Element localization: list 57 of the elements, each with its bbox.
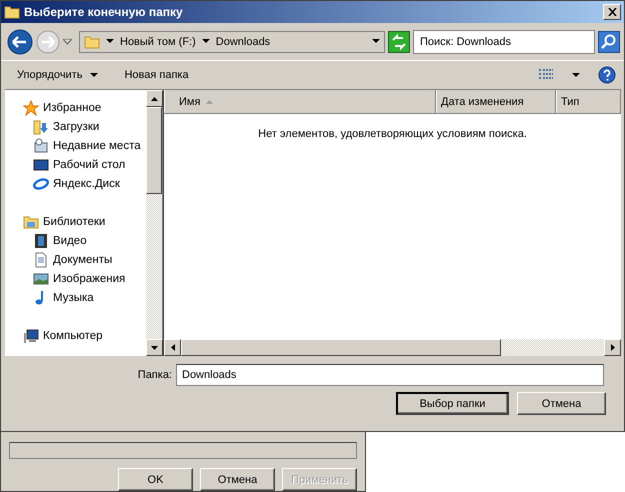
refresh-button[interactable] xyxy=(388,30,410,52)
breadcrumb[interactable]: Downloads xyxy=(216,36,270,48)
view-options-button[interactable] xyxy=(538,68,554,82)
folder-icon xyxy=(4,4,20,20)
left-arrow-icon xyxy=(170,344,174,351)
organize-menu[interactable]: Упорядочить xyxy=(13,67,102,83)
folder-icon xyxy=(84,34,100,50)
column-header[interactable]: Имя xyxy=(164,90,436,113)
dropdown-icon xyxy=(372,39,380,44)
folder-download-icon xyxy=(33,118,49,134)
vertical-scrollbar[interactable] xyxy=(146,90,163,356)
breadcrumb[interactable]: Новый том (F:) xyxy=(120,36,196,48)
nav-item[interactable]: Музыка xyxy=(23,288,146,307)
library-folder-icon xyxy=(23,214,39,230)
close-button[interactable] xyxy=(603,4,621,20)
address-bar[interactable]: Новый том (F:) Downloads xyxy=(79,30,385,52)
new-folder-button[interactable]: Новая папка xyxy=(120,67,193,83)
window-title: Выберите конечную папку xyxy=(24,5,184,19)
column-header[interactable]: Дата изменения xyxy=(436,90,556,113)
nav-group-item[interactable]: Библиотеки xyxy=(23,212,146,231)
nav-item[interactable]: Яндекс.Диск xyxy=(23,174,146,193)
empty-message: Нет элементов, удовлетворяющих условиям поиска. xyxy=(257,128,528,142)
nav-item[interactable]: Недавние места xyxy=(23,136,146,155)
nav-item[interactable]: Изображения xyxy=(23,269,146,288)
help-button[interactable] xyxy=(598,66,616,84)
caret-icon xyxy=(202,39,210,44)
search-field[interactable]: Поиск: Downloads xyxy=(413,30,595,54)
star-icon xyxy=(23,100,39,116)
close-icon xyxy=(608,8,616,16)
nav-item[interactable]: Загрузки xyxy=(23,117,146,136)
nav-item[interactable]: Рабочий стол xyxy=(23,155,146,174)
document-icon xyxy=(33,252,49,268)
search-button[interactable] xyxy=(598,30,620,52)
caret-icon xyxy=(572,72,580,78)
picture-icon xyxy=(33,270,49,286)
right-arrow-icon xyxy=(610,344,614,351)
dialog-button[interactable]: Отмена xyxy=(517,392,606,415)
view-dropdown[interactable] xyxy=(572,72,580,78)
nav-group-item[interactable]: Компьютер xyxy=(23,326,146,345)
down-arrow-icon xyxy=(151,346,158,350)
dialog-button[interactable]: Выбор папки xyxy=(396,392,509,415)
computer-icon xyxy=(23,328,39,344)
dialog-button[interactable]: Отмена xyxy=(200,468,275,491)
horizontal-scrollbar[interactable] xyxy=(164,339,621,356)
nav-item[interactable]: Документы xyxy=(23,250,146,269)
nav-item[interactable]: Видео xyxy=(23,231,146,250)
column-header[interactable]: Тип xyxy=(556,90,621,113)
caret-icon xyxy=(106,39,114,44)
up-arrow-icon xyxy=(151,96,158,100)
back-button[interactable] xyxy=(7,28,33,54)
caret-icon xyxy=(90,72,98,78)
folder-label: Папка: xyxy=(138,369,172,381)
history-dropdown[interactable] xyxy=(63,38,72,44)
folder-field[interactable]: Downloads xyxy=(176,364,604,386)
nav-group-item[interactable]: Избранное xyxy=(23,98,146,117)
dialog-button[interactable]: OK xyxy=(118,468,193,491)
sort-arrow-icon xyxy=(206,100,214,104)
